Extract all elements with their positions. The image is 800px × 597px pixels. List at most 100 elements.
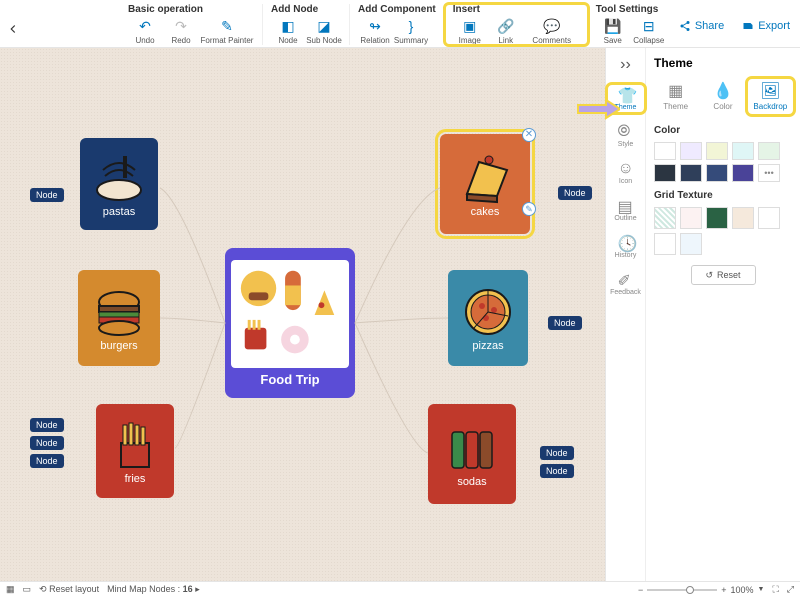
more-colors[interactable]: ••• (758, 164, 780, 182)
texture-swatch[interactable] (680, 207, 702, 229)
node-fries[interactable]: fries (96, 404, 174, 498)
tab-feedback[interactable]: ✐Feedback (609, 271, 643, 296)
group-basic: Basic operation ↶Undo ↷Redo ✎Format Pain… (120, 4, 263, 45)
canvas[interactable]: Food Trip pastas Node burgers (0, 48, 605, 581)
soda-icon (444, 420, 500, 476)
insert-image-button[interactable]: ▣Image (453, 17, 487, 45)
reset-button[interactable]: ↺ Reset (691, 265, 756, 285)
node-button[interactable]: Node (30, 454, 64, 468)
color-swatch[interactable] (654, 164, 676, 182)
insert-link-button[interactable]: 🔗Link (489, 17, 523, 45)
color-swatch[interactable] (732, 142, 754, 160)
center-node[interactable]: Food Trip (225, 248, 355, 398)
texture-swatches (654, 207, 792, 255)
node-button[interactable]: Node (540, 446, 574, 460)
node-burgers[interactable]: burgers (78, 270, 160, 366)
grid-section-title: Grid Texture (654, 190, 792, 201)
theme-tab-backdrop[interactable]: 🖼Backdrop (749, 80, 792, 113)
close-icon[interactable]: ✕ (522, 128, 536, 142)
main-area: Food Trip pastas Node burgers (0, 48, 800, 581)
theme-tab-color[interactable]: 💧Color (701, 80, 744, 113)
color-swatch[interactable] (706, 164, 728, 182)
fullscreen-icon[interactable]: ⤢ (787, 584, 794, 595)
collapse-panel-button[interactable]: ›› (609, 56, 643, 74)
pastas-icon (91, 150, 147, 206)
group-title: Add Node (271, 4, 341, 15)
node-button[interactable]: Node (540, 464, 574, 478)
comments-button[interactable]: 💬Comments (525, 17, 579, 45)
zoom-in-button[interactable]: + (721, 585, 726, 595)
color-swatch[interactable] (680, 164, 702, 182)
reset-layout-button[interactable]: ⟲ Reset layout (39, 584, 99, 595)
color-swatch[interactable] (758, 142, 780, 160)
back-button[interactable] (6, 20, 20, 41)
panel-title: Theme (654, 56, 792, 70)
theme-tab-theme[interactable]: ▦Theme (654, 80, 697, 113)
group-add-component: Add Component ↬Relation }Summary (350, 4, 445, 45)
cake-icon (457, 150, 513, 206)
redo-button[interactable]: ↷Redo (164, 17, 198, 45)
zoom-out-button[interactable]: − (638, 585, 643, 595)
node-button[interactable]: Node (30, 418, 64, 432)
texture-swatch[interactable] (680, 233, 702, 255)
node-pizzas[interactable]: pizzas (448, 270, 528, 366)
group-title: Basic operation (128, 4, 254, 15)
color-swatch[interactable] (706, 142, 728, 160)
zoom-value: 100% (731, 585, 754, 595)
relation-button[interactable]: ↬Relation (358, 17, 392, 45)
status-bar: ▦ ▭ ⟲ Reset layout Mind Map Nodes : 16 ▸… (0, 581, 800, 597)
collapse-button[interactable]: ⊟Collapse (632, 17, 666, 45)
edit-icon[interactable]: ✎ (522, 202, 536, 216)
toolbar: Basic operation ↶Undo ↷Redo ✎Format Pain… (0, 0, 800, 48)
node-pastas[interactable]: pastas (80, 138, 158, 230)
node-button[interactable]: Node (30, 436, 64, 450)
side-icon-bar: ›› 👕Theme ⦾Style ☺Icon ▤Outline 🕓History… (606, 48, 646, 581)
texture-swatch[interactable] (706, 207, 728, 229)
fries-icon (107, 417, 163, 473)
node-button[interactable]: Node (30, 188, 64, 202)
summary-button[interactable]: }Summary (394, 17, 428, 45)
color-swatch[interactable] (732, 164, 754, 182)
burger-icon (91, 284, 147, 340)
undo-button[interactable]: ↶Undo (128, 17, 162, 45)
tab-history[interactable]: 🕓History (609, 234, 643, 259)
export-button[interactable]: Export (742, 20, 790, 32)
group-title: Insert (453, 4, 579, 15)
texture-swatch[interactable] (732, 207, 754, 229)
fit-icon[interactable]: ⛶ (772, 584, 778, 595)
share-button[interactable]: Share (679, 20, 724, 32)
center-label: Food Trip (260, 372, 319, 387)
color-section-title: Color (654, 125, 792, 136)
side-panel: ›› 👕Theme ⦾Style ☺Icon ▤Outline 🕓History… (605, 48, 800, 581)
view-icon[interactable]: ▭ (23, 584, 32, 595)
group-insert: Insert ▣Image 🔗Link 💬Comments (445, 4, 588, 45)
pizza-icon (460, 284, 516, 340)
tab-style[interactable]: ⦾Style (609, 123, 643, 148)
center-image (231, 260, 349, 368)
node-sodas[interactable]: sodas (428, 404, 516, 504)
node-cakes[interactable]: cakes ✕ ✎ (440, 134, 530, 234)
toolbar-groups: Basic operation ↶Undo ↷Redo ✎Format Pain… (120, 4, 674, 45)
node-button[interactable]: Node (548, 316, 582, 330)
zoom-slider[interactable] (647, 589, 717, 591)
node-button[interactable]: Node (558, 186, 592, 200)
group-add-node: Add Node ◧Node ◪Sub Node (263, 4, 350, 45)
slides-icon[interactable]: ▦ (6, 584, 15, 595)
nodes-count: Mind Map Nodes : 16 ▸ (107, 584, 200, 595)
texture-swatch[interactable] (654, 207, 676, 229)
add-node-button[interactable]: ◧Node (271, 17, 305, 45)
texture-swatch[interactable] (758, 207, 780, 229)
add-subnode-button[interactable]: ◪Sub Node (307, 17, 341, 45)
tab-outline[interactable]: ▤Outline (609, 197, 643, 222)
save-button[interactable]: 💾Save (596, 17, 630, 45)
texture-swatch[interactable] (654, 233, 676, 255)
format-painter-button[interactable]: ✎Format Painter (200, 17, 254, 45)
color-swatch[interactable] (680, 142, 702, 160)
color-swatches: ••• (654, 142, 792, 182)
zoom-controls: − + 100% ▼ (638, 585, 765, 595)
zoom-dropdown-icon[interactable]: ▼ (758, 586, 765, 593)
group-title: Tool Settings (596, 4, 666, 15)
color-swatch[interactable] (654, 142, 676, 160)
tab-icon[interactable]: ☺Icon (609, 160, 643, 185)
group-title: Add Component (358, 4, 436, 15)
